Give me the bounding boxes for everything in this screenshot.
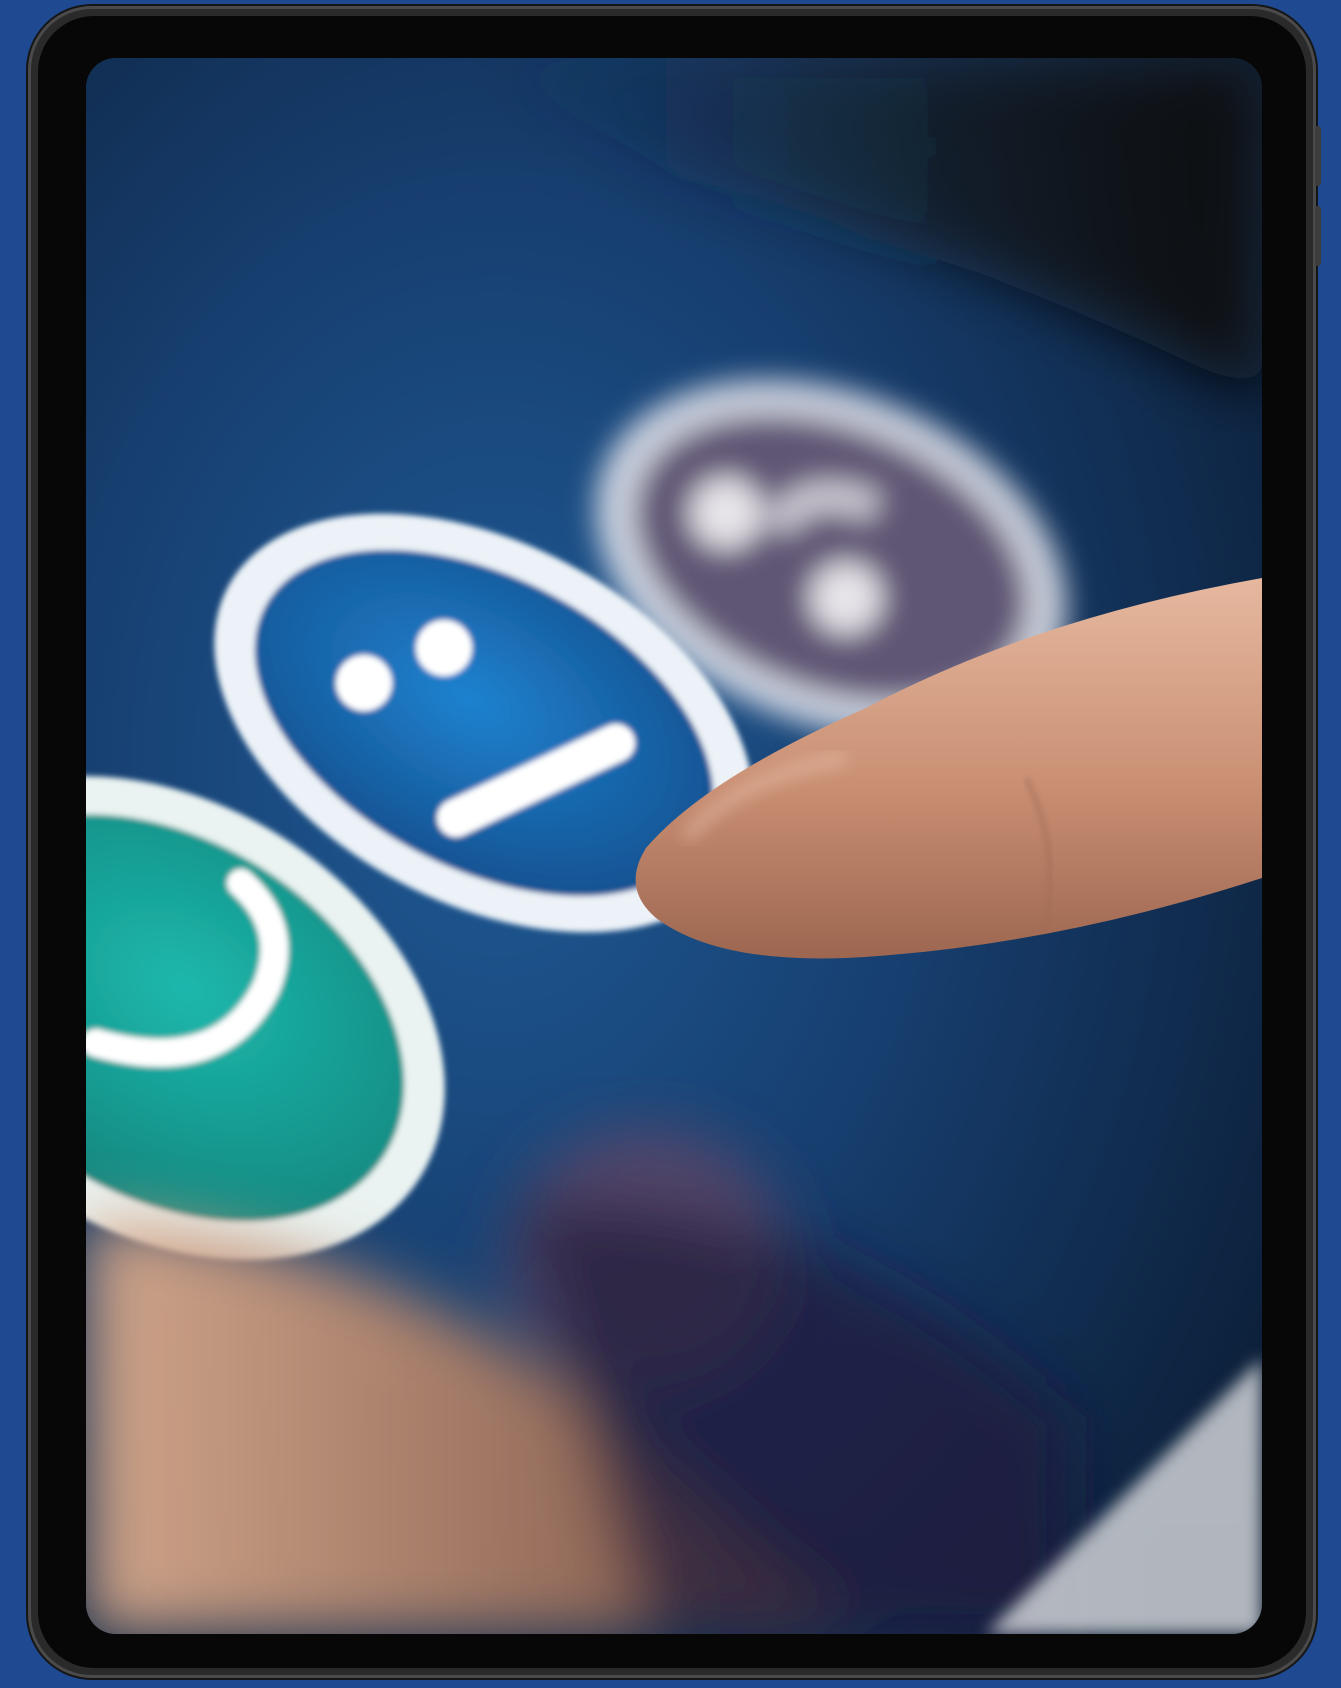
tablet-screen <box>86 58 1262 1634</box>
volume-button <box>1315 206 1321 266</box>
feedback-photo <box>86 58 1262 1634</box>
volume-button <box>1315 126 1321 186</box>
page-background <box>0 0 1341 1688</box>
